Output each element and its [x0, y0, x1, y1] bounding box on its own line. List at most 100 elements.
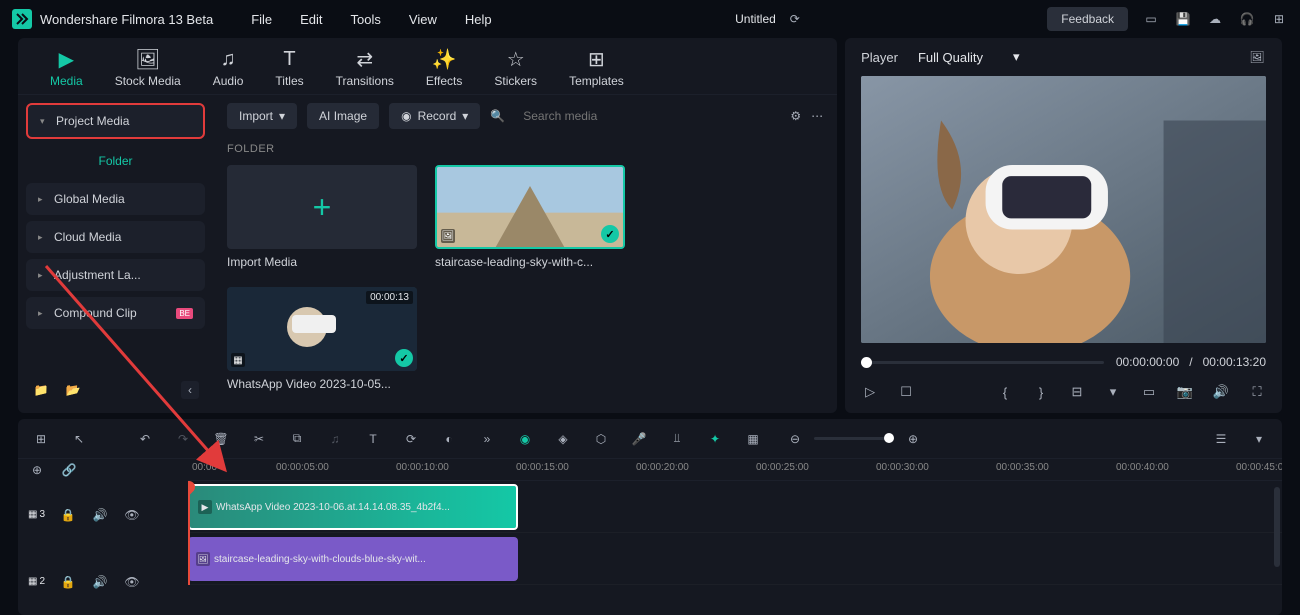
zoom-out-icon[interactable]: ⊖	[786, 430, 804, 448]
search-input[interactable]	[515, 103, 780, 129]
text-icon[interactable]: T	[364, 430, 382, 448]
play-icon[interactable]: ▷	[861, 383, 879, 401]
lock-icon[interactable]: 🔒	[59, 573, 77, 591]
filter-icon[interactable]: ⚙	[790, 109, 801, 123]
new-folder-icon[interactable]: 📁	[32, 381, 50, 399]
speed-icon[interactable]: ⟳	[402, 430, 420, 448]
headphones-icon[interactable]: 🎧	[1238, 10, 1256, 28]
mute-icon[interactable]: 🔊	[91, 573, 109, 591]
more-icon[interactable]: ⋯	[811, 109, 823, 123]
chevron-down-icon[interactable]: ▾	[1250, 430, 1268, 448]
shield-icon[interactable]: ⬡	[592, 430, 610, 448]
ai-image-button[interactable]: AI Image	[307, 103, 379, 129]
expand-icon[interactable]: »	[478, 430, 496, 448]
tab-audio[interactable]: ♫Audio	[213, 48, 244, 88]
playhead[interactable]	[188, 481, 190, 585]
mic-icon[interactable]: 🎤	[630, 430, 648, 448]
cloud-icon[interactable]: ☁	[1206, 10, 1224, 28]
music-icon[interactable]: ♫	[326, 430, 344, 448]
zoom-slider[interactable]	[814, 437, 894, 440]
display-icon[interactable]: ▭	[1142, 10, 1160, 28]
split-view-icon[interactable]: ⊟	[1068, 383, 1086, 401]
tab-templates[interactable]: ⊞Templates	[569, 48, 624, 88]
mark-out-icon[interactable]: }	[1032, 383, 1050, 401]
chevron-down-icon[interactable]: ▾	[1104, 383, 1122, 401]
apps-icon[interactable]: ⊞	[1270, 10, 1288, 28]
menu-file[interactable]: File	[251, 12, 272, 27]
sidebar-item-global-media[interactable]: ▸Global Media	[26, 183, 205, 215]
scrub-handle[interactable]	[861, 357, 872, 368]
render-icon[interactable]: ▦	[744, 430, 762, 448]
track-header-2[interactable]: ▦2 🔒 🔊 👁	[18, 548, 188, 615]
tab-transitions[interactable]: ⇄Transitions	[336, 48, 394, 88]
camera-icon[interactable]: 📷	[1176, 383, 1194, 401]
list-view-icon[interactable]: ☰	[1212, 430, 1230, 448]
save-icon[interactable]: 💾	[1174, 10, 1192, 28]
ai-icon[interactable]: ◉	[516, 430, 534, 448]
delete-icon[interactable]: 🗑	[212, 430, 230, 448]
sidebar-item-folder[interactable]: Folder	[26, 145, 205, 177]
track-header-3[interactable]: ▦3 🔒 🔊 👁	[18, 481, 188, 548]
scrub-bar[interactable]	[861, 361, 1104, 364]
panel-tabs: ▶Media 🖼Stock Media ♫Audio TTitles ⇄Tran…	[18, 38, 837, 95]
track-row[interactable]: ▶WhatsApp Video 2023-10-06.at.14.14.08.3…	[188, 481, 1282, 533]
tab-stock-media[interactable]: 🖼Stock Media	[115, 48, 181, 88]
tab-media[interactable]: ▶Media	[50, 48, 83, 88]
menu-view[interactable]: View	[409, 12, 437, 27]
fullscreen-icon[interactable]: ⛶	[1248, 383, 1266, 401]
visibility-icon[interactable]: 👁	[123, 506, 141, 524]
redo-icon[interactable]: ↷	[174, 430, 192, 448]
sidebar-item-adjustment-layer[interactable]: ▸Adjustment La...	[26, 259, 205, 291]
collapse-sidebar-icon[interactable]: ‹	[181, 381, 199, 399]
timeline-scrollbar[interactable]	[1274, 487, 1280, 567]
keyframe-icon[interactable]: ◈	[554, 430, 572, 448]
import-media-thumb[interactable]: +	[227, 165, 417, 249]
zoom-in-icon[interactable]: ⊕	[904, 430, 922, 448]
color-icon[interactable]: ◐	[440, 430, 458, 448]
media-item-whatsapp-video[interactable]: 00:00:13 ▦ ✓ WhatsApp Video 2023-10-05..…	[227, 287, 417, 391]
undo-icon[interactable]: ↶	[136, 430, 154, 448]
zoom-handle[interactable]	[884, 433, 894, 443]
marker-icon[interactable]: ✦	[706, 430, 724, 448]
import-button[interactable]: Import▾	[227, 103, 297, 129]
crop-icon[interactable]: ⧉	[288, 430, 306, 448]
link-icon[interactable]: 🔗	[60, 461, 78, 479]
tab-stickers[interactable]: ☆Stickers	[494, 48, 537, 88]
feedback-button[interactable]: Feedback	[1047, 7, 1128, 31]
snapshot-icon[interactable]: 🖼	[1248, 48, 1266, 66]
folder-icon[interactable]: 📂	[64, 381, 82, 399]
sidebar-item-cloud-media[interactable]: ▸Cloud Media	[26, 221, 205, 253]
timeline-tracks-area[interactable]: 00:00 00:00:05:00 00:00:10:00 00:00:15:0…	[188, 459, 1282, 615]
sidebar-item-compound-clip[interactable]: ▸Compound ClipBE	[26, 297, 205, 329]
grid-icon[interactable]: ⊞	[32, 430, 50, 448]
media-item-staircase[interactable]: 🖼 ✓ staircase-leading-sky-with-c...	[435, 165, 625, 269]
lock-icon[interactable]: 🔒	[59, 506, 77, 524]
sync-icon[interactable]: ⟳	[786, 10, 804, 28]
timeline-ruler[interactable]: 00:00 00:00:05:00 00:00:10:00 00:00:15:0…	[188, 459, 1282, 481]
visibility-icon[interactable]: 👁	[123, 573, 141, 591]
menu-edit[interactable]: Edit	[300, 12, 322, 27]
media-thumb[interactable]: 🖼 ✓	[435, 165, 625, 249]
preview-area[interactable]	[861, 76, 1266, 343]
mark-in-icon[interactable]: {	[996, 383, 1014, 401]
pointer-icon[interactable]: ↖	[70, 430, 88, 448]
player-quality-select[interactable]: Full Quality▾	[918, 49, 1020, 65]
volume-icon[interactable]: 🔊	[1212, 383, 1230, 401]
timeline-clip-staircase[interactable]: 🖼staircase-leading-sky-with-clouds-blue-…	[188, 537, 518, 581]
media-item-import[interactable]: + Import Media	[227, 165, 417, 269]
menu-tools[interactable]: Tools	[351, 12, 381, 27]
mixer-icon[interactable]: ⫫	[668, 430, 686, 448]
media-thumb[interactable]: 00:00:13 ▦ ✓	[227, 287, 417, 371]
stop-icon[interactable]: ☐	[897, 383, 915, 401]
timeline-clip-whatsapp[interactable]: ▶WhatsApp Video 2023-10-06.at.14.14.08.3…	[188, 484, 518, 530]
add-track-icon[interactable]: ⊕	[28, 461, 46, 479]
tab-effects[interactable]: ✨Effects	[426, 48, 462, 88]
mute-icon[interactable]: 🔊	[91, 506, 109, 524]
record-button[interactable]: ◉Record▾	[389, 103, 480, 129]
track-row[interactable]: 🖼staircase-leading-sky-with-clouds-blue-…	[188, 533, 1282, 585]
tab-titles[interactable]: TTitles	[275, 48, 303, 88]
sidebar-item-project-media[interactable]: ▾Project Media	[26, 103, 205, 139]
cut-icon[interactable]: ✂	[250, 430, 268, 448]
monitor-icon[interactable]: ▭	[1140, 383, 1158, 401]
menu-help[interactable]: Help	[465, 12, 492, 27]
